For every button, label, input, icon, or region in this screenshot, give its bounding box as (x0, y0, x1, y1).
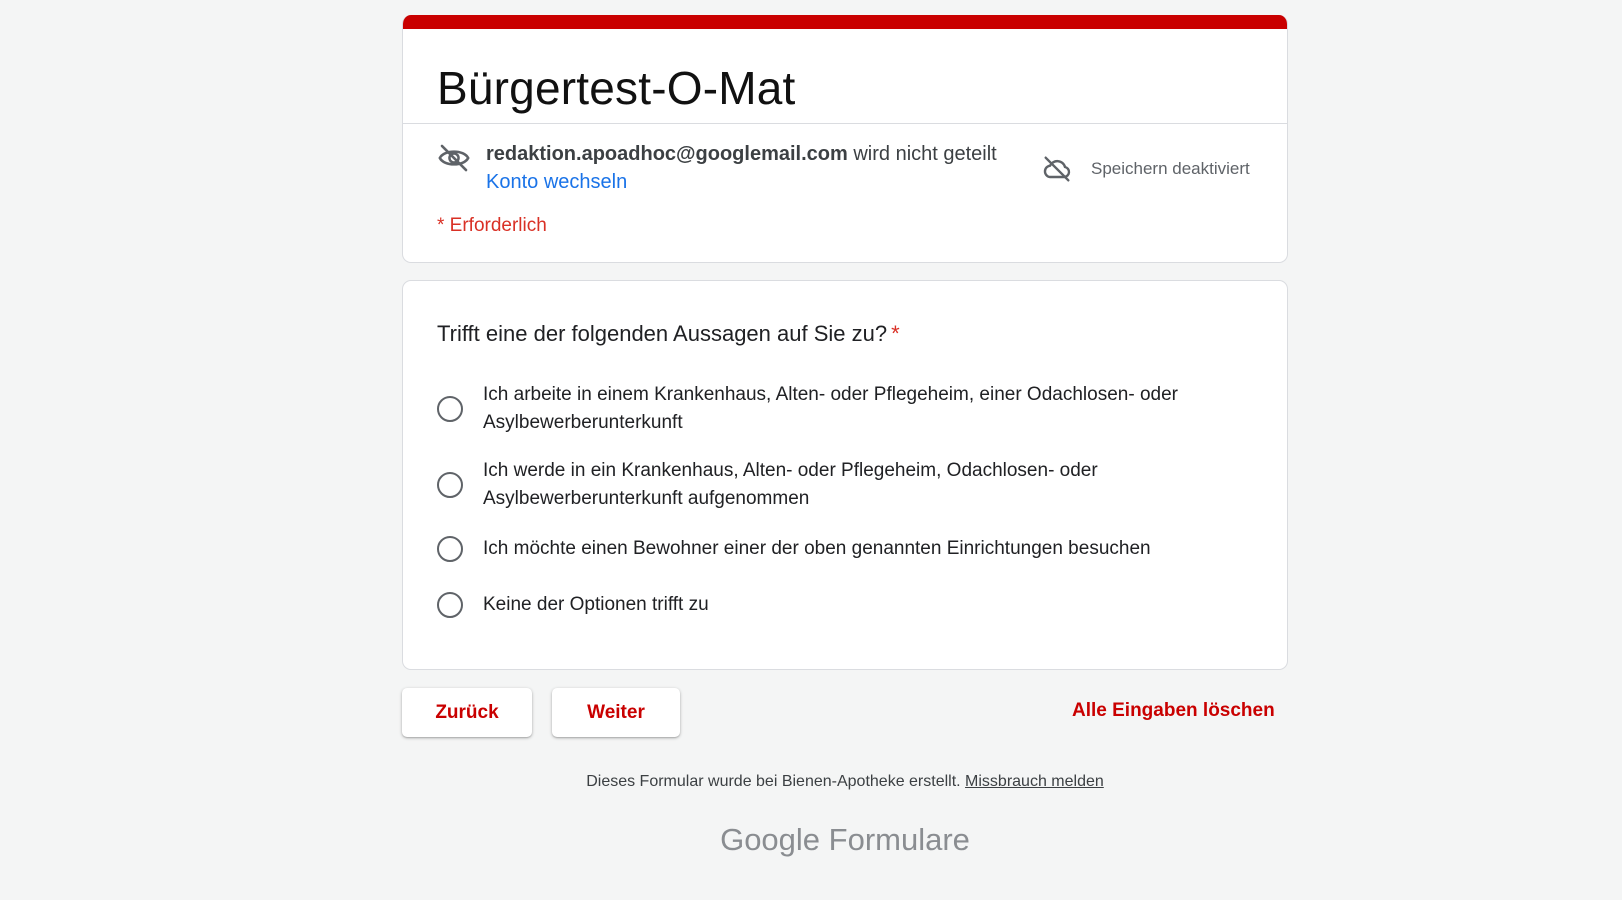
accent-bar (403, 15, 1287, 29)
google-forms-logo[interactable]: Google Formulare (0, 822, 1622, 858)
form-header-card: Bürgertest-O-Mat redaktion.apoadhoc@goog… (402, 15, 1288, 263)
not-shared-text: wird nicht geteilt (847, 143, 997, 165)
save-status: Speichern deaktiviert (1091, 159, 1250, 178)
question-text: Trifft eine der folgenden Aussagen auf S… (437, 321, 888, 346)
next-button[interactable]: Weiter (552, 688, 680, 737)
question-card: Trifft eine der folgenden Aussagen auf S… (402, 280, 1288, 670)
option-label: Keine der Optionen trifft zu (483, 594, 709, 615)
cloud-off-icon (1043, 156, 1071, 182)
radio-option[interactable]: Ich möchte einen Bewohner einer der oben… (437, 535, 1243, 563)
option-label: Ich möchte einen Bewohner einer der oben… (483, 538, 1151, 559)
form-title: Bürgertest-O-Mat (437, 62, 796, 114)
account-info: redaktion.apoadhoc@googlemail.com wird n… (486, 143, 997, 166)
required-marker: * (891, 321, 900, 346)
footer-note: Dieses Formular wurde bei Bienen-Apothek… (0, 773, 1622, 791)
question-title: Trifft eine der folgenden Aussagen auf S… (437, 321, 900, 347)
option-label: Ich werde in ein Krankenhaus, Alten- ode… (483, 460, 1098, 509)
brand-google: Google (720, 822, 821, 857)
radio-option[interactable]: Keine der Optionen trifft zu (437, 591, 1243, 619)
header-divider (403, 123, 1287, 124)
radio-button[interactable] (437, 396, 463, 422)
radio-option[interactable]: Ich arbeite in einem Krankenhaus, Alten-… (437, 381, 1243, 437)
radio-button[interactable] (437, 536, 463, 562)
clear-form-link[interactable]: Alle Eingaben löschen (1072, 700, 1275, 722)
radio-button[interactable] (437, 472, 463, 498)
radio-option[interactable]: Ich werde in ein Krankenhaus, Alten- ode… (437, 457, 1243, 513)
option-label: Ich arbeite in einem Krankenhaus, Alten-… (483, 384, 1178, 433)
brand-product: Formulare (820, 822, 970, 857)
account-email: redaktion.apoadhoc@googlemail.com (486, 143, 848, 165)
switch-account-link[interactable]: Konto wechseln (486, 171, 627, 194)
back-button[interactable]: Zurück (402, 688, 532, 737)
radio-button[interactable] (437, 592, 463, 618)
report-abuse-link[interactable]: Missbrauch melden (965, 773, 1104, 790)
required-note: * Erforderlich (437, 215, 547, 236)
footer-text: Dieses Formular wurde bei Bienen-Apothek… (586, 773, 966, 790)
eye-off-icon (438, 144, 470, 172)
